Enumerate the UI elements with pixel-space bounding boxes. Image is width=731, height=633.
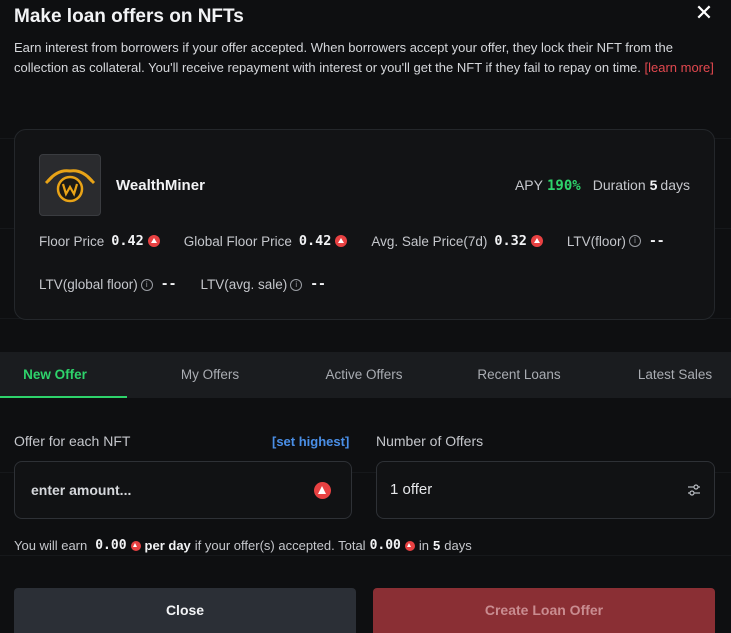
info-icon[interactable]: i — [140, 278, 153, 291]
ltv-row: LTV(global floor) i -- LTV(avg. sale) i -- — [39, 277, 350, 292]
active-tab-indicator — [0, 396, 127, 398]
stat-value: -- — [310, 277, 326, 292]
stat-label: LTV(floor) — [566, 233, 626, 249]
earn-days-value: 5 — [433, 538, 441, 553]
avax-icon — [147, 235, 160, 247]
set-highest-link[interactable]: [set highest] — [272, 434, 349, 449]
stat-label: Floor Price — [39, 233, 105, 249]
wealthminer-logo-icon — [44, 169, 96, 203]
count-label: Number of Offers — [376, 433, 484, 449]
avax-icon — [404, 540, 415, 551]
close-icon[interactable]: ✕ — [693, 2, 715, 24]
global-floor-stat: Global Floor Price 0.42 — [184, 233, 348, 249]
apy-label: APY — [514, 177, 543, 193]
apy-duration: APY 190% Duration 5 days — [515, 177, 690, 194]
stat-value: 0.32 — [494, 233, 527, 249]
create-loan-offer-button[interactable]: Create Loan Offer — [373, 588, 715, 633]
collection-avatar — [39, 154, 101, 216]
stat-label: Global Floor Price — [183, 233, 292, 249]
offer-count-value: 1 offer — [390, 481, 433, 498]
stat-value: -- — [648, 233, 665, 249]
stat-label: LTV(global floor) — [39, 277, 138, 292]
amount-field — [14, 461, 352, 519]
learn-more-link[interactable]: [learn more] — [644, 60, 713, 75]
avax-icon — [314, 482, 331, 499]
stat-label: LTV(avg. sale) — [200, 277, 288, 292]
info-icon[interactable]: i — [290, 278, 303, 291]
duration-value: 5 — [649, 177, 658, 193]
earn-in: in — [418, 538, 430, 553]
stat-value: 0.42 — [111, 233, 144, 249]
description-text: Earn interest from borrowers if your off… — [14, 40, 673, 75]
floor-price-stat: Floor Price 0.42 — [39, 233, 160, 249]
tab-new-offer[interactable]: New Offer — [0, 352, 110, 398]
earn-days: days — [444, 538, 472, 553]
stat-label: Avg. Sale Price(7d) — [371, 233, 488, 249]
offer-label: Offer for each NFT — [14, 433, 131, 449]
modal-title: Make loan offers on NFTs — [14, 6, 244, 27]
info-icon[interactable]: i — [628, 235, 641, 247]
sliders-icon — [688, 484, 700, 496]
earnings-summary: You will earn 0.00 per day if your offer(s)… — [14, 538, 472, 553]
amount-input[interactable] — [31, 462, 291, 518]
stat-value: -- — [160, 277, 177, 292]
modal-description: Earn interest from borrowers if your off… — [14, 38, 720, 78]
loan-offer-modal: Make loan offers on NFTs ✕ Earn interest… — [0, 0, 731, 633]
apy-value: 190% — [546, 178, 581, 194]
avax-icon — [335, 235, 348, 247]
stats-row: Floor Price 0.42 Global Floor Price 0.42 A… — [39, 233, 665, 249]
tab-my-offers[interactable]: My Offers — [160, 352, 260, 398]
avax-icon — [130, 540, 141, 551]
tab-latest-sales[interactable]: Latest Sales — [622, 352, 728, 398]
total-amount: 0.00 — [369, 538, 401, 553]
collection-name: WealthMiner — [116, 177, 205, 194]
ltv-floor-stat: LTV(floor) i -- — [567, 234, 665, 249]
stat-value: 0.42 — [298, 233, 332, 249]
per-day-amount: 0.00 — [95, 538, 127, 553]
tab-recent-loans[interactable]: Recent Loans — [464, 352, 574, 398]
duration-unit: days — [660, 177, 690, 193]
close-button[interactable]: Close — [14, 588, 356, 633]
avg-sale-stat: Avg. Sale Price(7d) 0.32 — [371, 233, 543, 249]
tab-active-offers[interactable]: Active Offers — [308, 352, 420, 398]
earn-prefix: You will earn — [14, 538, 88, 553]
ltv-global-stat: LTV(global floor) i -- — [39, 277, 176, 292]
duration-label: Duration — [592, 177, 646, 193]
earn-middle: if your offer(s) accepted. Total — [194, 538, 366, 553]
offer-count-select[interactable]: 1 offer — [376, 461, 715, 519]
avax-icon — [530, 235, 543, 247]
ltv-avg-stat: LTV(avg. sale) i -- — [200, 277, 325, 292]
per-day-label: per day — [144, 538, 191, 553]
collection-card: WealthMiner APY 190% Duration 5 days Floor P… — [14, 129, 715, 320]
offer-tabs: New Offer My Offers Active Offers Recent… — [0, 352, 731, 398]
